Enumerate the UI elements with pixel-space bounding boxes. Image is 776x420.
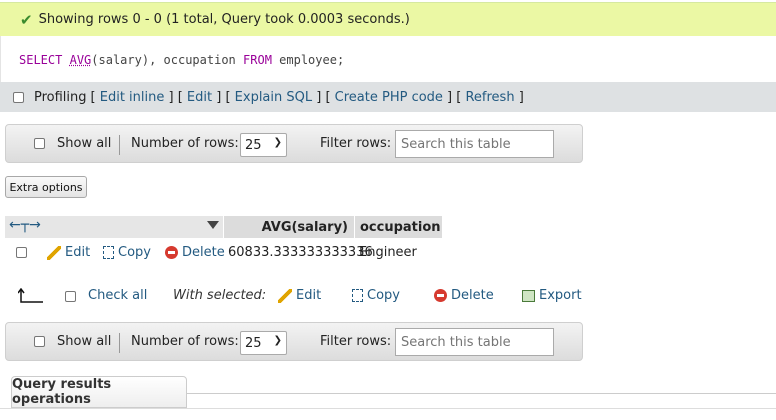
- row-delete-button[interactable]: Delete: [165, 245, 225, 260]
- rows-select[interactable]: 25 ❯: [240, 331, 287, 355]
- copy-icon: [103, 246, 114, 259]
- show-all-label: Show all: [57, 334, 112, 349]
- sql-keyword-from: FROM: [243, 53, 272, 67]
- dropdown-triangle-icon[interactable]: [207, 221, 219, 229]
- bulk-actions: Check all With selected: Edit Copy Delet…: [0, 284, 776, 308]
- success-text: Showing rows 0 - 0 (1 total, Query took …: [38, 12, 410, 27]
- show-all-checkbox[interactable]: [34, 336, 45, 347]
- sql-function-avg[interactable]: AVG: [70, 53, 92, 67]
- results-table-header: ←┬→ AVG(salary) occupation: [5, 216, 442, 238]
- profiling-bar: Profiling [ Edit inline ] [ Edit ] [ Exp…: [0, 82, 776, 112]
- edit-inline-link[interactable]: Edit inline: [100, 90, 165, 105]
- export-icon: [522, 289, 535, 302]
- edit-link[interactable]: Edit: [187, 90, 212, 105]
- copy-icon: [352, 289, 363, 302]
- pencil-icon: [47, 245, 61, 260]
- show-all-toggle[interactable]: Show all: [34, 323, 111, 360]
- cell-avg-salary: 60833.333333333336: [228, 245, 373, 260]
- chevron-down-icon: ❯: [273, 335, 282, 346]
- filter-rows-input[interactable]: [395, 328, 554, 356]
- column-selector[interactable]: ←┬→: [5, 216, 223, 238]
- check-all-label[interactable]: Check all: [88, 288, 147, 303]
- sql-part: employee;: [279, 53, 345, 67]
- query-results-operations-tab[interactable]: Query results operations: [11, 376, 187, 408]
- check-all-checkbox[interactable]: [65, 291, 76, 302]
- extra-options-button[interactable]: Extra options: [5, 176, 87, 198]
- bulk-delete-button[interactable]: Delete: [434, 288, 494, 303]
- navigation-bar-top: Show all Number of rows: 25 ❯ Filter row…: [5, 124, 583, 163]
- operations-panel: [0, 408, 776, 420]
- check-icon: ✔: [20, 10, 33, 29]
- rows-label: Number of rows:: [131, 334, 239, 349]
- filter-rows-input[interactable]: [395, 130, 554, 158]
- rows-select[interactable]: 25 ❯: [240, 133, 287, 157]
- with-selected-label: With selected:: [173, 288, 267, 303]
- sql-part: (salary), occupation: [91, 53, 236, 67]
- bulk-copy-button[interactable]: Copy: [352, 288, 400, 303]
- sql-query: SELECT AVG(salary), occupation FROM empl…: [0, 36, 776, 82]
- row-copy-button[interactable]: Copy: [103, 245, 151, 260]
- divider: [187, 393, 776, 394]
- cell-occupation: Engineer: [359, 245, 417, 260]
- arrows-icon[interactable]: ←┬→: [9, 217, 41, 233]
- rows-label: Number of rows:: [131, 136, 239, 151]
- filter-label: Filter rows:: [320, 334, 392, 349]
- row-edit-button[interactable]: Edit: [47, 245, 90, 260]
- divider: [119, 135, 120, 155]
- profiling-checkbox[interactable]: [13, 91, 24, 103]
- column-header-avg-salary[interactable]: AVG(salary): [223, 216, 354, 238]
- profiling-label: Profiling: [34, 89, 87, 105]
- success-message: ✔ Showing rows 0 - 0 (1 total, Query too…: [0, 2, 776, 36]
- show-all-toggle[interactable]: Show all: [34, 125, 111, 162]
- filter-label: Filter rows:: [320, 136, 392, 151]
- row-checkbox[interactable]: [16, 247, 27, 258]
- bulk-export-button[interactable]: Export: [522, 288, 582, 303]
- arrow-elbow-icon: [18, 288, 43, 303]
- bulk-edit-button[interactable]: Edit: [278, 288, 321, 303]
- delete-icon: [434, 289, 447, 302]
- delete-icon: [165, 246, 178, 259]
- show-all-label: Show all: [57, 136, 112, 151]
- navigation-bar-bottom: Show all Number of rows: 25 ❯ Filter row…: [5, 322, 583, 361]
- show-all-checkbox[interactable]: [34, 138, 45, 149]
- create-php-code-link[interactable]: Create PHP code: [335, 90, 443, 105]
- column-header-occupation[interactable]: occupation: [354, 216, 442, 238]
- refresh-link[interactable]: Refresh: [465, 90, 514, 105]
- pencil-icon: [278, 288, 292, 303]
- table-row: Edit Copy Delete 60833.333333333336 Engi…: [0, 241, 440, 265]
- sql-keyword-select: SELECT: [19, 53, 63, 67]
- chevron-down-icon: ❯: [273, 137, 282, 148]
- explain-sql-link[interactable]: Explain SQL: [235, 90, 312, 105]
- divider: [119, 333, 120, 353]
